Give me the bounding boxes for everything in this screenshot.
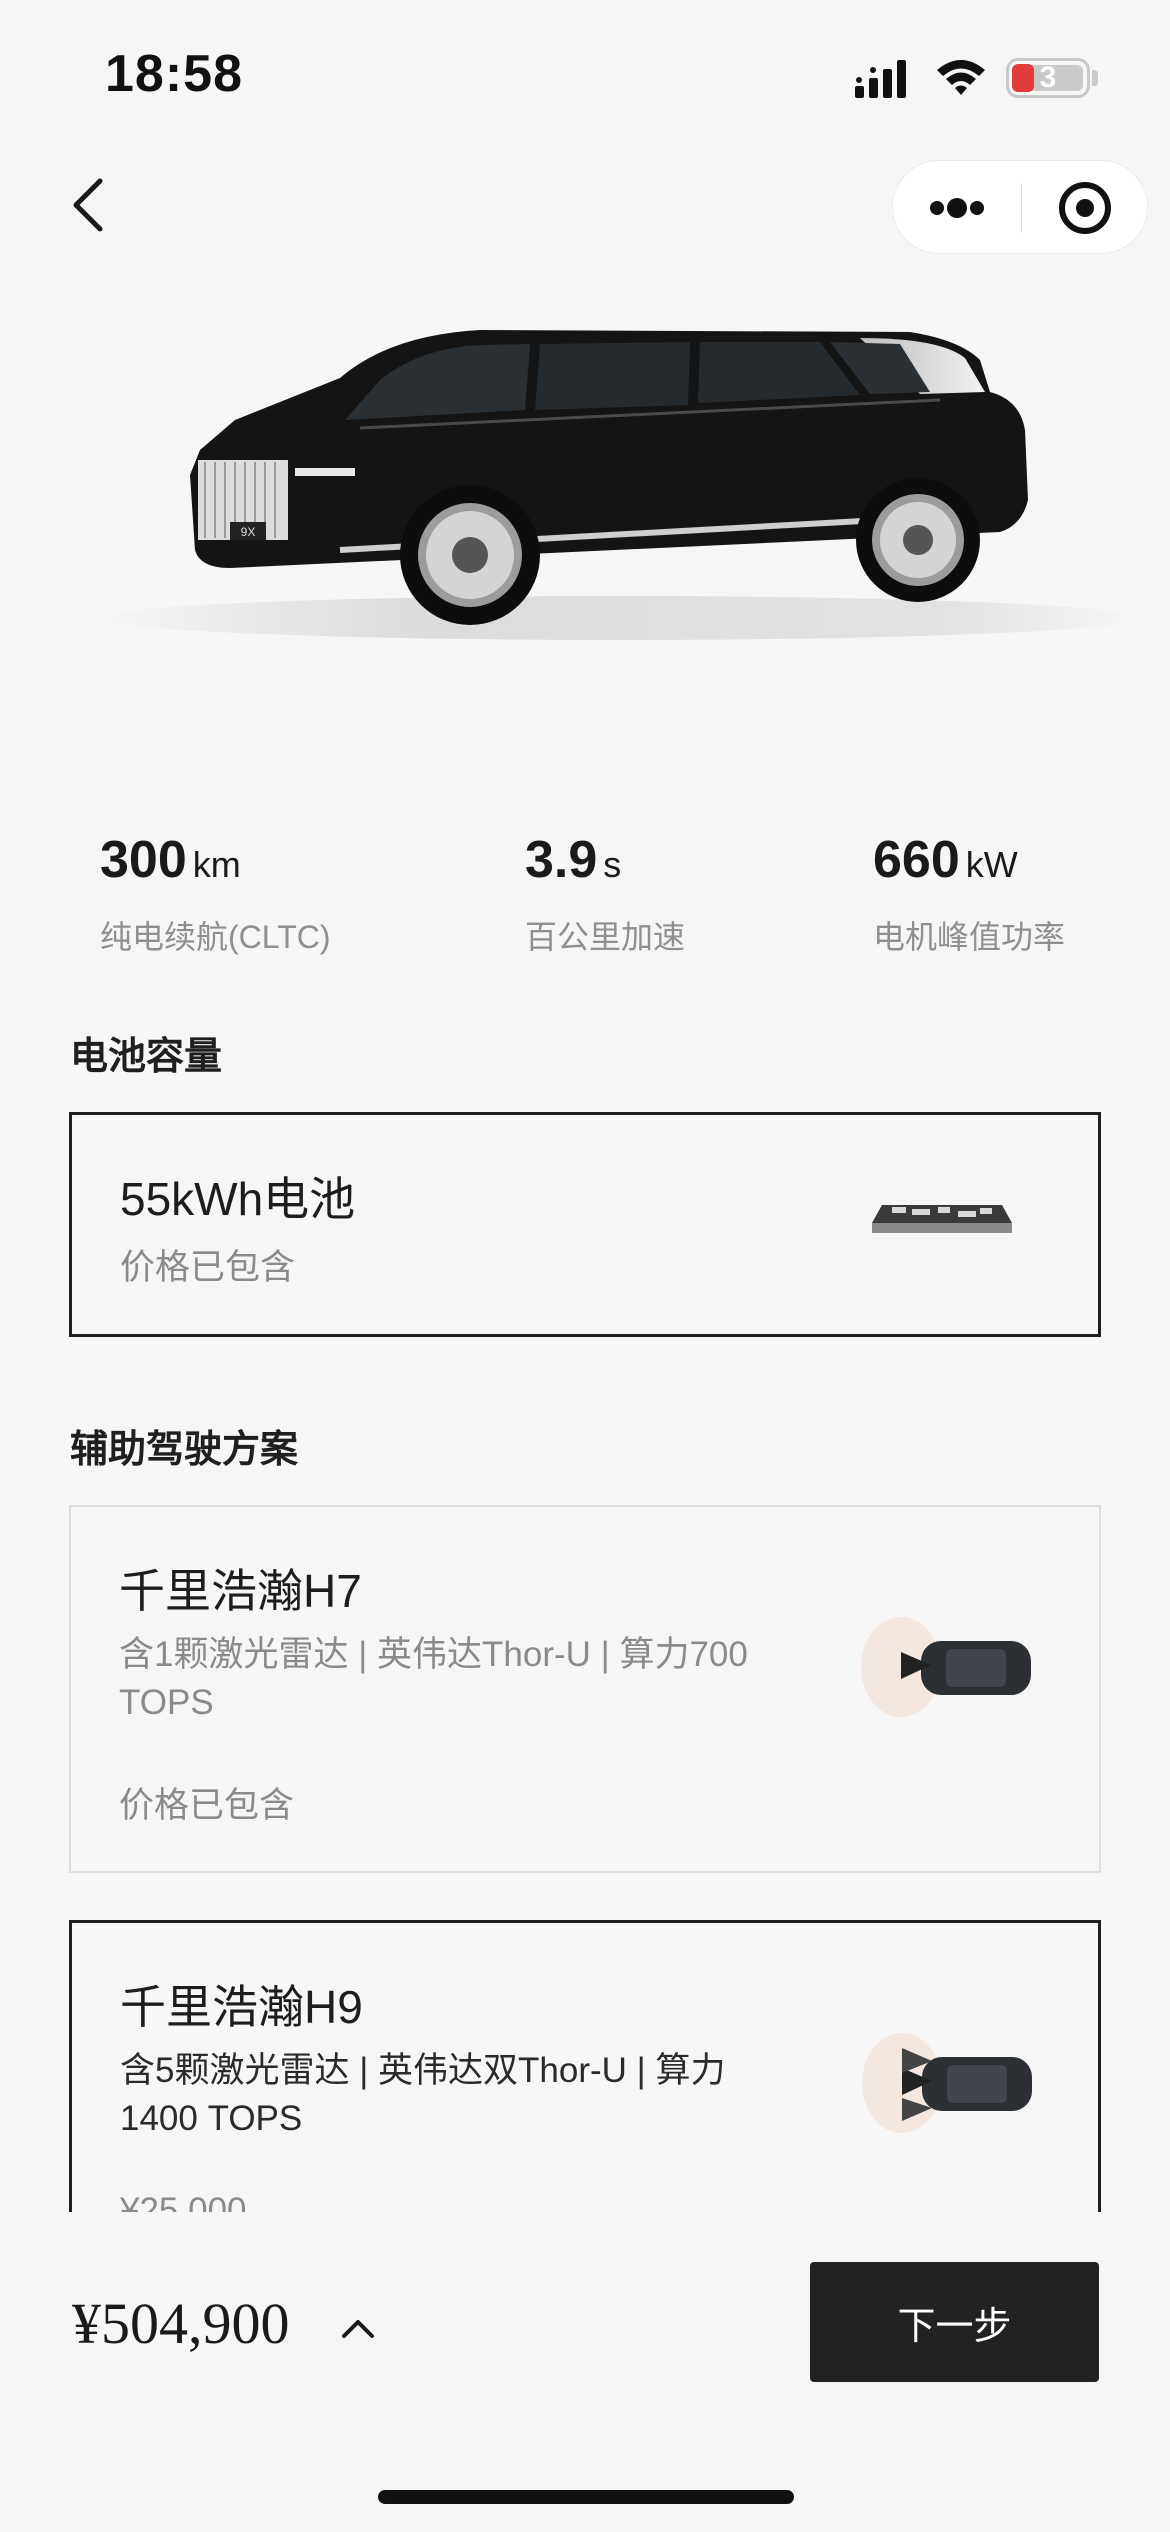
spec-unit: kW xyxy=(965,844,1018,885)
mini-program-capsule xyxy=(892,160,1148,254)
status-bar: 18:58 3 xyxy=(0,0,1170,150)
option-title: 千里浩瀚H7 xyxy=(119,1565,362,1617)
close-miniprogram-button[interactable] xyxy=(1021,161,1149,255)
home-indicator xyxy=(378,2490,794,2504)
battery-indicator: 3 xyxy=(1006,58,1090,98)
car-badge: 9X xyxy=(241,525,256,539)
more-button[interactable] xyxy=(893,161,1021,255)
option-title: 55kWh电池 xyxy=(120,1173,356,1225)
battery-pack-icon xyxy=(872,1205,1012,1233)
spec-value: 660 xyxy=(873,831,960,889)
battery-tip xyxy=(1092,70,1098,86)
option-title: 千里浩瀚H9 xyxy=(120,1981,363,2033)
car-image: 9X xyxy=(100,330,1120,640)
battery-section-title: 电池容量 xyxy=(70,1036,223,1078)
bottom-bar: ¥504,900 下一步 xyxy=(0,2212,1170,2532)
chevron-left-icon xyxy=(73,178,103,232)
spec-label: 纯电续航(CLTC) xyxy=(100,919,331,955)
battery-option-55kwh[interactable]: 55kWh电池 价格已包含 xyxy=(69,1112,1101,1337)
spec-range: 300 km 纯电续航(CLTC) xyxy=(100,830,331,958)
spec-label: 电机峰值功率 xyxy=(873,919,1066,955)
battery-level: 3 xyxy=(1039,61,1057,94)
status-time: 18:58 xyxy=(105,45,243,103)
spec-summary: 300 km 纯电续航(CLTC) 3.9 s 百公里加速 660 kW 电机峰值功率 xyxy=(0,830,1170,980)
next-step-button[interactable]: 下一步 xyxy=(810,2262,1099,2382)
option-description: 含1颗激光雷达 | 英伟达Thor-U | 算力700 TOPS xyxy=(119,1635,748,1722)
adas-option-h9[interactable]: 千里浩瀚H9 含5颗激光雷达 | 英伟达双Thor-U | 算力1400 TOP… xyxy=(69,1920,1101,2230)
total-price: ¥504,900 xyxy=(72,2291,290,2356)
back-button[interactable] xyxy=(60,175,120,235)
spec-value: 300 xyxy=(100,831,187,889)
adas-section-title: 辅助驾驶方案 xyxy=(70,1429,299,1471)
spec-unit: km xyxy=(192,844,241,885)
wifi-icon xyxy=(937,60,985,95)
spec-acceleration: 3.9 s 百公里加速 xyxy=(525,830,685,958)
spec-unit: s xyxy=(603,844,622,885)
chevron-up-icon[interactable] xyxy=(338,2308,378,2348)
spec-value: 3.9 xyxy=(525,831,598,889)
target-circle-icon xyxy=(1059,182,1111,234)
spec-motor-power: 660 kW 电机峰值功率 xyxy=(873,830,1065,958)
adas-car-thumbnail xyxy=(862,2033,1032,2133)
spec-label: 百公里加速 xyxy=(525,919,686,955)
option-description: 含5颗激光雷达 | 英伟达双Thor-U | 算力1400 TOPS xyxy=(120,2051,726,2138)
option-price: 价格已包含 xyxy=(120,1248,296,1287)
option-price: 价格已包含 xyxy=(119,1786,295,1825)
cellular-signal-icon xyxy=(855,60,906,98)
adas-option-h7[interactable]: 千里浩瀚H7 含1颗激光雷达 | 英伟达Thor-U | 算力700 TOPS … xyxy=(69,1505,1101,1873)
more-dots-icon xyxy=(930,198,984,218)
adas-car-thumbnail xyxy=(861,1617,1031,1717)
